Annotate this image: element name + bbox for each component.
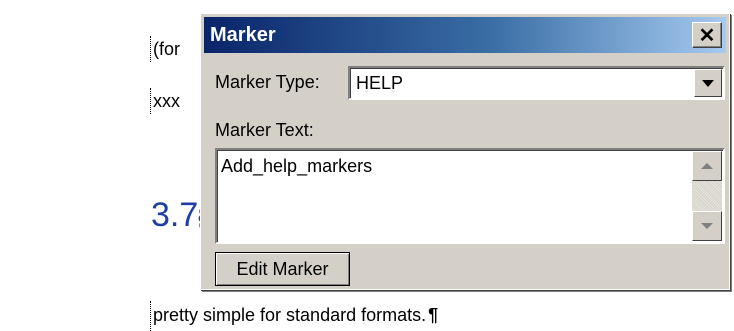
scroll-down-button[interactable]: [692, 211, 722, 241]
marker-type-value: HELP: [356, 73, 404, 93]
close-button[interactable]: ✕: [692, 22, 722, 48]
arrow-down-icon: [701, 223, 713, 229]
document-paragraph: (for: [150, 36, 180, 62]
document-paragraph: pretty simple for standard formats. ¶: [150, 301, 438, 331]
marker-text-field[interactable]: Add_help_markers: [215, 148, 725, 244]
scroll-up-button[interactable]: [692, 151, 722, 181]
edit-marker-button[interactable]: Edit Marker: [215, 252, 350, 286]
arrow-up-icon: [701, 163, 713, 169]
document-paragraph: xxx: [150, 88, 180, 114]
marker-type-label: Marker Type:: [215, 72, 320, 92]
marker-text-label: Marker Text:: [215, 120, 314, 140]
paragraph-text: pretty simple for standard formats.: [153, 305, 427, 325]
heading-number: 3.7: [151, 196, 199, 234]
chevron-down-icon: [702, 79, 714, 87]
dropdown-button[interactable]: [694, 69, 722, 97]
vertical-scrollbar[interactable]: [692, 151, 722, 241]
dialog-titlebar[interactable]: Marker ✕: [204, 17, 726, 53]
dialog-title: Marker: [210, 23, 276, 46]
pilcrow-icon: ¶: [428, 305, 439, 325]
document-canvas[interactable]: (for xxx 3.7⩺TWW pretty simple for stand…: [0, 0, 734, 331]
marker-text-value: Add_help_markers: [221, 156, 373, 176]
marker-dialog: Marker ✕ Marker Type: HELP Marker Text: …: [200, 13, 730, 290]
marker-type-select[interactable]: HELP: [348, 66, 725, 100]
close-icon: ✕: [698, 24, 716, 47]
